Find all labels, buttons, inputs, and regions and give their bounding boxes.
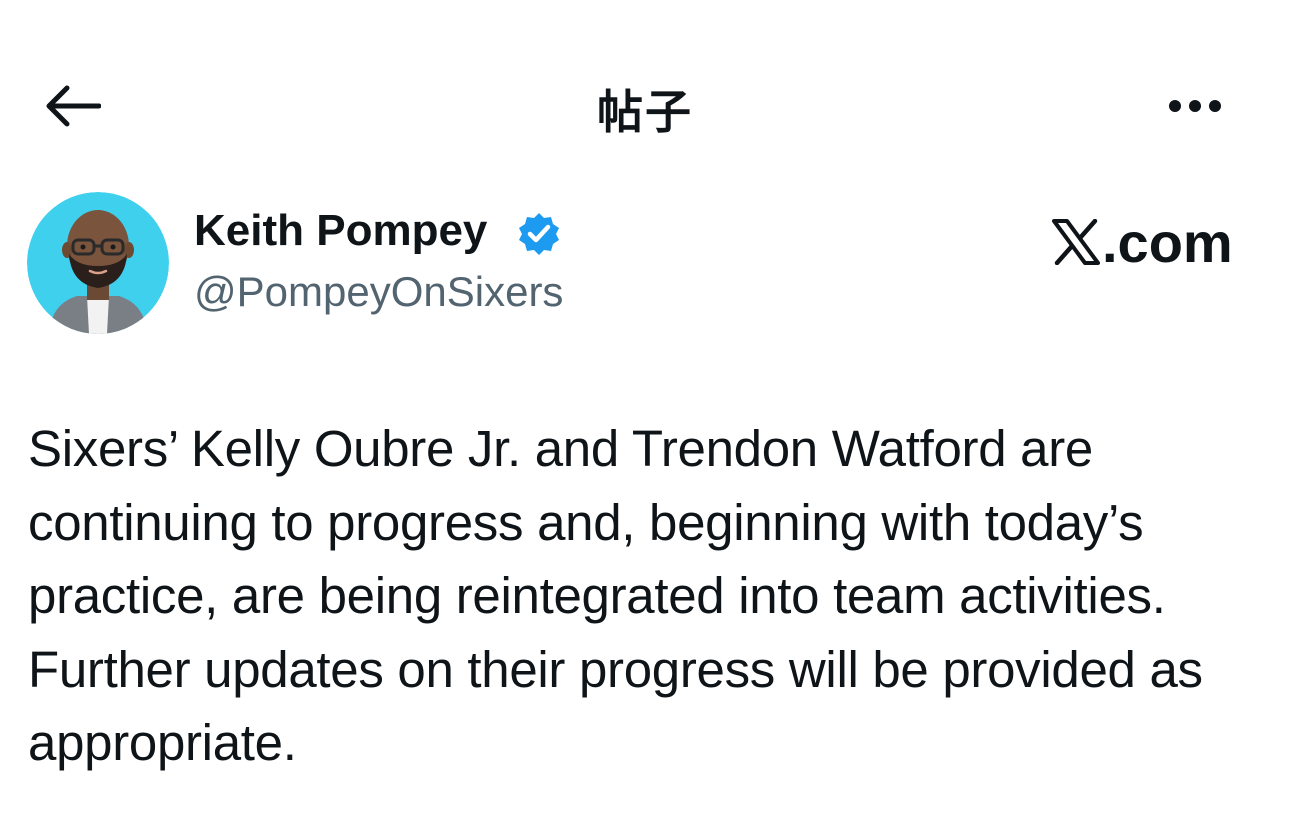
page-title: 帖子 [597, 85, 693, 139]
verified-badge-icon [519, 213, 559, 255]
more-options-button[interactable] [1160, 84, 1230, 128]
top-bar: 帖子 [0, 0, 1290, 160]
avatar[interactable] [27, 192, 169, 334]
post-text: Sixers’ Kelly Oubre Jr. and Trendon Watf… [28, 420, 1203, 771]
x-logo-icon [1052, 219, 1100, 265]
brand-domain: .com [1102, 210, 1233, 274]
avatar-memoji [27, 192, 169, 334]
more-horizontal-icon [1169, 100, 1221, 112]
brand-watermark: .com [1052, 210, 1233, 274]
author-handle[interactable]: @PompeyOnSixers [194, 268, 563, 316]
author-name[interactable]: Keith Pompey [194, 206, 487, 256]
